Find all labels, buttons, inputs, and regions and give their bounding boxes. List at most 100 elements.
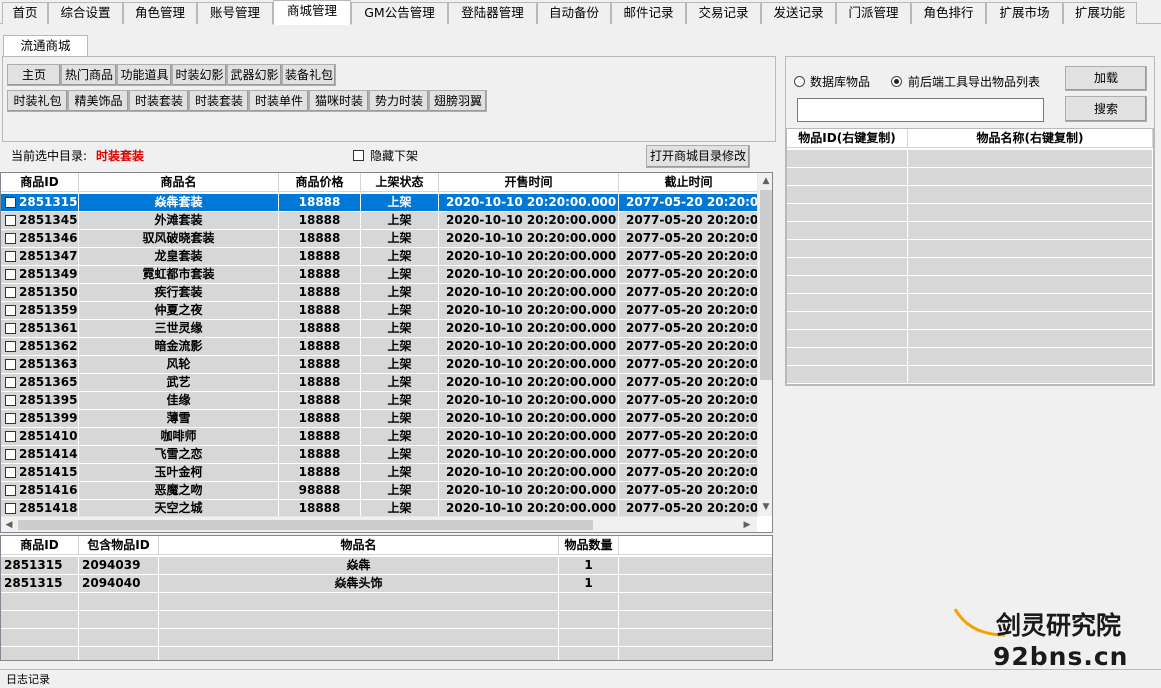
- category-button-row2-5[interactable]: 猫咪时装: [309, 90, 369, 112]
- tab-8[interactable]: 邮件记录: [611, 2, 686, 24]
- table-row[interactable]: [787, 204, 1153, 222]
- detail-col-header-3[interactable]: 物品数量: [559, 536, 619, 555]
- row-checkbox[interactable]: [5, 305, 16, 316]
- table-row[interactable]: [787, 294, 1153, 312]
- tab-1[interactable]: 综合设置: [48, 2, 123, 24]
- detail-col-header-1[interactable]: 包含物品ID: [79, 536, 159, 555]
- scroll-down-icon[interactable]: ▼: [758, 499, 772, 515]
- category-button-row2-2[interactable]: 时装套装: [129, 90, 189, 112]
- table-row[interactable]: 2851410 咖啡师 18888 上架 2020-10-10 20:20:00.000…: [1, 428, 759, 446]
- table-row[interactable]: [787, 258, 1153, 276]
- category-button-row1-4[interactable]: 武器幻影: [227, 64, 282, 86]
- item-col-header-0[interactable]: 物品ID(右键复制): [787, 129, 908, 148]
- table-row[interactable]: [787, 276, 1153, 294]
- product-col-header-5[interactable]: 截止时间: [619, 173, 759, 192]
- tab-4[interactable]: 商城管理: [273, 0, 351, 25]
- table-row[interactable]: 2851315 2094040 焱犇头饰 1: [1, 575, 772, 593]
- category-button-row1-0[interactable]: 主页: [7, 64, 61, 86]
- table-row[interactable]: 2851415 玉叶金柯 18888 上架 2020-10-10 20:20:00.00…: [1, 464, 759, 482]
- table-row[interactable]: [787, 150, 1153, 168]
- product-table-hscrollbar[interactable]: ◀ ▶: [1, 516, 757, 532]
- row-checkbox[interactable]: [5, 377, 16, 388]
- tab-14[interactable]: 扩展功能: [1063, 2, 1137, 24]
- db-items-radio[interactable]: [794, 76, 805, 87]
- tab-11[interactable]: 门派管理: [836, 2, 911, 24]
- row-checkbox[interactable]: [5, 341, 16, 352]
- tab-7[interactable]: 自动备份: [537, 2, 611, 24]
- hide-offshelf-checkbox[interactable]: [353, 150, 364, 161]
- table-row[interactable]: 2851350 疾行套装 18888 上架 2020-10-10 20:20:00.00…: [1, 284, 759, 302]
- row-checkbox[interactable]: [5, 269, 16, 280]
- row-checkbox[interactable]: [5, 287, 16, 298]
- category-button-row2-6[interactable]: 势力时装: [369, 90, 429, 112]
- tab-10[interactable]: 发送记录: [761, 2, 836, 24]
- row-checkbox[interactable]: [5, 503, 16, 514]
- tab-0[interactable]: 首页: [2, 2, 48, 24]
- table-row[interactable]: [787, 330, 1153, 348]
- row-checkbox[interactable]: [5, 449, 16, 460]
- detail-col-header-2[interactable]: 物品名: [159, 536, 559, 555]
- table-row[interactable]: [787, 240, 1153, 258]
- category-button-row1-5[interactable]: 装备礼包: [282, 64, 336, 86]
- table-row[interactable]: [1, 611, 772, 629]
- product-col-header-1[interactable]: 商品名: [79, 173, 279, 192]
- table-row[interactable]: 2851315 2094039 焱犇 1: [1, 557, 772, 575]
- category-button-row1-2[interactable]: 功能道具: [117, 64, 172, 86]
- category-button-row2-1[interactable]: 精美饰品: [68, 90, 129, 112]
- load-button[interactable]: 加载: [1065, 66, 1147, 91]
- table-row[interactable]: [1, 593, 772, 611]
- table-row[interactable]: [787, 186, 1153, 204]
- row-checkbox[interactable]: [5, 251, 16, 262]
- row-checkbox[interactable]: [5, 413, 16, 424]
- open-dir-button[interactable]: 打开商城目录修改: [646, 145, 750, 168]
- table-row[interactable]: [787, 348, 1153, 366]
- row-checkbox[interactable]: [5, 233, 16, 244]
- table-row[interactable]: 2851359 仲夏之夜 18888 上架 2020-10-10 20:20:00.00…: [1, 302, 759, 320]
- table-row[interactable]: [787, 366, 1153, 384]
- scroll-up-icon[interactable]: ▲: [758, 173, 772, 189]
- export-list-radio[interactable]: [891, 76, 902, 87]
- category-button-row1-1[interactable]: 热门商品: [61, 64, 117, 86]
- tab-5[interactable]: GM公告管理: [351, 2, 448, 24]
- category-button-row1-3[interactable]: 时装幻影: [172, 64, 227, 86]
- table-row[interactable]: 2851416 恶魔之吻 98888 上架 2020-10-10 20:20:00.00…: [1, 482, 759, 500]
- table-row[interactable]: 2851399 薄雪 18888 上架 2020-10-10 20:20:00.000 …: [1, 410, 759, 428]
- hscroll-thumb[interactable]: [18, 520, 593, 530]
- category-button-row2-7[interactable]: 翅膀羽翼: [429, 90, 487, 112]
- table-row[interactable]: [787, 168, 1153, 186]
- table-row[interactable]: 2851395 佳缘 18888 上架 2020-10-10 20:20:00.000 …: [1, 392, 759, 410]
- tab-9[interactable]: 交易记录: [686, 2, 761, 24]
- scroll-right-icon[interactable]: ▶: [739, 517, 755, 532]
- tab-12[interactable]: 角色排行: [911, 2, 986, 24]
- table-row[interactable]: [1, 647, 772, 660]
- table-row[interactable]: [1, 629, 772, 647]
- detail-col-header-0[interactable]: 商品ID: [1, 536, 79, 555]
- tab-circulation-mall[interactable]: 流通商城: [3, 35, 88, 57]
- table-row[interactable]: 2851362 暗金流影 18888 上架 2020-10-10 20:20:00.00…: [1, 338, 759, 356]
- product-col-header-3[interactable]: 上架状态: [361, 173, 439, 192]
- table-row[interactable]: 2851347 龙皇套装 18888 上架 2020-10-10 20:20:00.00…: [1, 248, 759, 266]
- row-checkbox[interactable]: [5, 323, 16, 334]
- table-row[interactable]: 2851414 飞雪之恋 18888 上架 2020-10-10 20:20:00.00…: [1, 446, 759, 464]
- row-checkbox[interactable]: [5, 431, 16, 442]
- table-row[interactable]: [787, 222, 1153, 240]
- table-row[interactable]: 2851349 霓虹都市套装 18888 上架 2020-10-10 20:20:00.…: [1, 266, 759, 284]
- category-button-row2-0[interactable]: 时装礼包: [7, 90, 68, 112]
- product-table-vscrollbar[interactable]: ▲ ▼: [757, 173, 772, 516]
- search-input[interactable]: [797, 98, 1044, 122]
- scroll-left-icon[interactable]: ◀: [1, 517, 17, 532]
- product-col-header-0[interactable]: 商品ID: [1, 173, 79, 192]
- search-button[interactable]: 搜索: [1065, 96, 1147, 122]
- tab-6[interactable]: 登陆器管理: [448, 2, 537, 24]
- tab-3[interactable]: 账号管理: [197, 2, 273, 24]
- category-button-row2-3[interactable]: 时装套装: [189, 90, 249, 112]
- row-checkbox[interactable]: [5, 359, 16, 370]
- tab-2[interactable]: 角色管理: [123, 2, 197, 24]
- scroll-thumb[interactable]: [760, 190, 772, 380]
- table-row[interactable]: 2851361 三世灵缘 18888 上架 2020-10-10 20:20:00.00…: [1, 320, 759, 338]
- row-checkbox[interactable]: [5, 395, 16, 406]
- table-row[interactable]: 2851365 武艺 18888 上架 2020-10-10 20:20:00.000 …: [1, 374, 759, 392]
- table-row[interactable]: 2851346 驭风破晓套装 18888 上架 2020-10-10 20:20:00.…: [1, 230, 759, 248]
- row-checkbox[interactable]: [5, 197, 16, 208]
- category-button-row2-4[interactable]: 时装单件: [249, 90, 309, 112]
